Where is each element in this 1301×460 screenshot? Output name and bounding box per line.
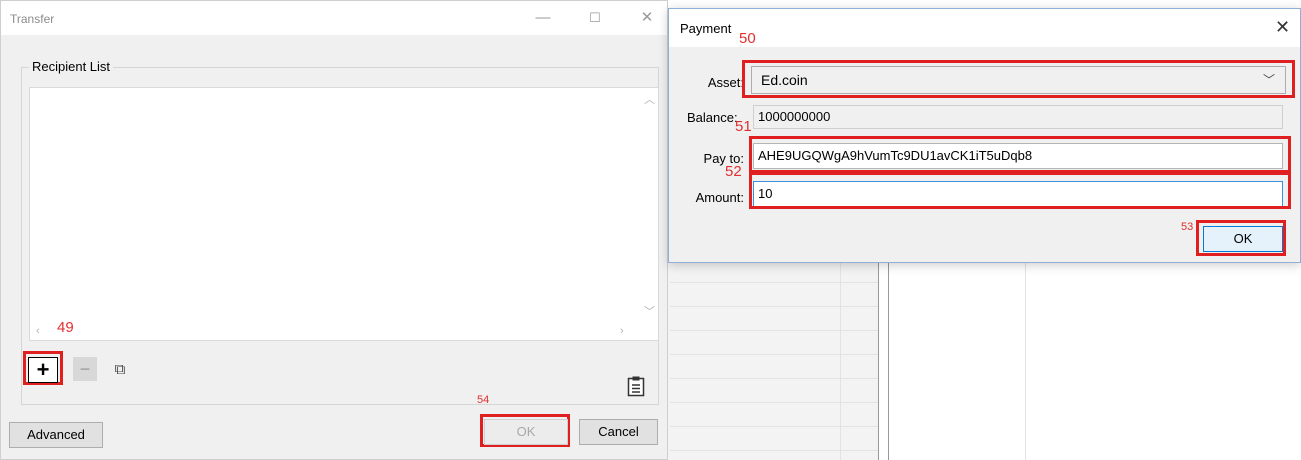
bg-grid-line — [840, 263, 841, 460]
transfer-titlebar: Transfer — ☐ ✕ — [1, 1, 667, 35]
highlight-box — [749, 136, 1291, 173]
close-button[interactable]: ✕ — [637, 9, 657, 27]
bg-grid-line — [670, 426, 878, 427]
duplicate-icon: ⧉ — [114, 360, 126, 378]
horizontal-scrollbar[interactable]: ‹ › — [30, 323, 642, 340]
annotation-number: 54 — [477, 394, 490, 406]
scroll-down-icon[interactable]: ﹀ — [644, 306, 655, 318]
transfer-window: Transfer — ☐ ✕ Recipient List ︿ ﹀ ‹ › 49… — [0, 0, 668, 460]
clipboard-icon — [627, 376, 645, 397]
bg-grid-line — [670, 306, 878, 307]
bg-table-area — [668, 263, 878, 460]
bg-grid-line — [670, 330, 878, 331]
highlight-box — [742, 60, 1295, 98]
bg-grid-line — [670, 402, 878, 403]
remove-recipient-button[interactable]: − — [73, 357, 97, 381]
bg-grid-line — [670, 378, 878, 379]
recipient-list-label: Recipient List — [29, 59, 114, 74]
scroll-left-icon[interactable]: ‹ — [36, 325, 40, 337]
paste-button[interactable] — [624, 373, 648, 399]
annotation-number: 51 — [735, 118, 752, 135]
vertical-scrollbar[interactable]: ︿ ﹀ — [640, 88, 658, 324]
highlight-box — [749, 172, 1291, 209]
annotation-number: 49 — [57, 319, 74, 336]
plus-icon: + — [36, 357, 50, 382]
bg-grid-line — [878, 263, 879, 460]
add-recipient-button[interactable]: + — [28, 357, 58, 383]
payment-ok-button[interactable]: OK — [1203, 226, 1283, 252]
balance-label: Balance: — [687, 110, 738, 125]
payment-dialog: Payment 50 ✕ Asset: Ed.coin ﹀ Balance: 5… — [668, 8, 1301, 263]
payment-titlebar: Payment 50 ✕ — [669, 9, 1300, 47]
amount-label: Amount: — [695, 190, 744, 205]
annotation-number: 53 — [1181, 221, 1194, 233]
duplicate-recipient-button[interactable]: ⧉ — [108, 357, 132, 381]
minimize-button[interactable]: — — [533, 9, 553, 27]
balance-field: 1000000000 — [753, 105, 1283, 129]
advanced-button[interactable]: Advanced — [9, 422, 103, 448]
cancel-button[interactable]: Cancel — [579, 419, 658, 445]
scroll-right-icon[interactable]: › — [620, 325, 624, 337]
minus-icon: − — [79, 358, 91, 379]
scroll-up-icon[interactable]: ︿ — [644, 94, 655, 106]
bg-grid-line — [670, 450, 878, 451]
close-icon[interactable]: ✕ — [1275, 17, 1290, 38]
annotation-number: 52 — [725, 163, 742, 180]
bg-grid-line — [670, 354, 878, 355]
maximize-button[interactable]: ☐ — [585, 9, 605, 27]
window-title: Transfer — [10, 12, 55, 26]
annotation-number: 50 — [739, 30, 756, 47]
asset-label: Asset: — [707, 75, 744, 90]
dialog-title: Payment — [680, 21, 732, 36]
recipient-list[interactable]: ︿ ﹀ ‹ › — [29, 87, 659, 341]
bg-grid-line — [1025, 263, 1026, 460]
transfer-ok-button[interactable]: OK — [484, 419, 568, 445]
bg-grid-line — [670, 282, 878, 283]
bg-grid-line — [888, 263, 889, 460]
